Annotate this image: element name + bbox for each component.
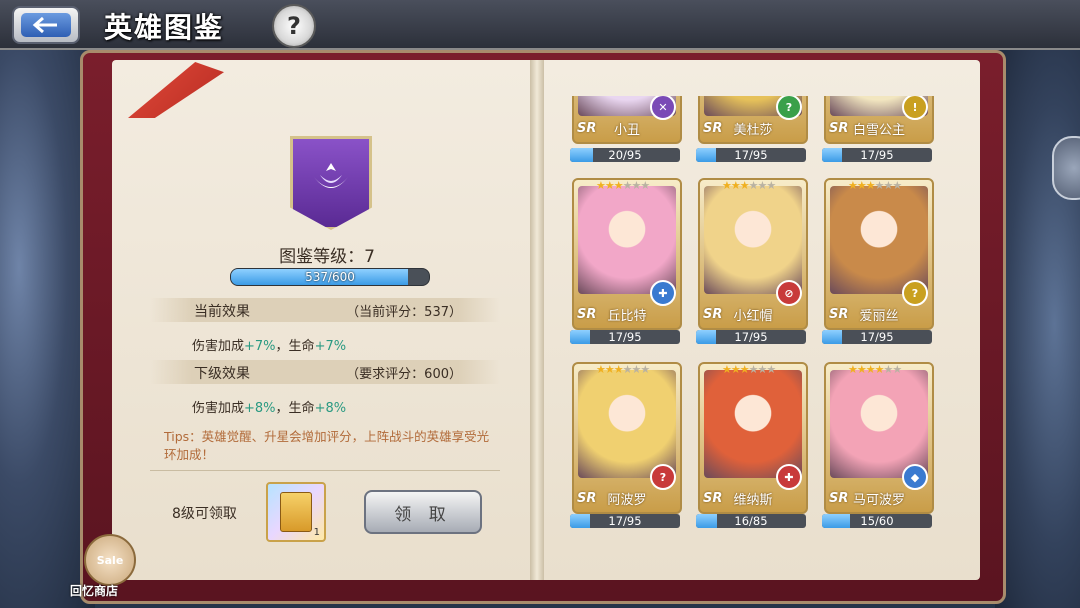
hero-portrait bbox=[704, 186, 802, 294]
hero-portrait bbox=[578, 186, 676, 294]
current-effect-title: 当前效果 bbox=[194, 304, 250, 320]
hero-stars: ★★★★★★ bbox=[596, 179, 650, 192]
next-hp-value: +8% bbox=[314, 401, 347, 416]
hero-progress-bar: 17/95 bbox=[696, 148, 806, 162]
role-question-icon: ? bbox=[776, 96, 802, 120]
next-damage-label: 伤害加成 bbox=[192, 401, 245, 416]
hero-progress-bar: 15/60 bbox=[822, 514, 932, 528]
hero-name: 丘比特 bbox=[607, 309, 647, 324]
next-effect-header: 下级效果 （要求评分：600） bbox=[150, 360, 500, 384]
hero-progress-bar: 17/95 bbox=[570, 330, 680, 344]
hero-stars: ★★★★★★ bbox=[596, 363, 650, 376]
role-question-icon: ? bbox=[902, 280, 928, 306]
hero-portrait bbox=[830, 370, 928, 478]
hero-name: 白雪公主 bbox=[852, 123, 905, 138]
hero-name: 维纳斯 bbox=[733, 493, 773, 508]
current-damage-value: +7% bbox=[244, 339, 276, 354]
hero-progress-bar: 17/95 bbox=[570, 514, 680, 528]
memory-shop-label: 回忆商店 bbox=[70, 584, 119, 598]
hero-progress-text: 17/95 bbox=[608, 514, 642, 528]
help-icon: ? bbox=[287, 12, 301, 40]
back-arrow-icon bbox=[21, 13, 71, 37]
hero-progress-bar: 20/95 bbox=[570, 148, 680, 162]
next-effect-text: 伤害加成+8%，生命+8% bbox=[192, 397, 346, 416]
role-slash-icon: ⊘ bbox=[776, 280, 802, 306]
hero-name: 美杜莎 bbox=[733, 123, 773, 138]
hero-name: 小红帽 bbox=[733, 309, 773, 324]
tips-text: Tips：英雄觉醒、升星会增加评分，上阵战斗的英雄享受光环加成！ bbox=[164, 429, 490, 462]
reward-card-icon bbox=[280, 492, 312, 532]
hero-progress-bar: 17/95 bbox=[696, 330, 806, 344]
hero-stars: ★★★★★★ bbox=[848, 179, 902, 192]
hero-progress-text: 17/95 bbox=[734, 148, 768, 162]
reward-count: 1 bbox=[313, 527, 320, 538]
codex-exp-text: 537/600 bbox=[305, 270, 355, 284]
reward-item[interactable]: 1 bbox=[266, 482, 326, 542]
current-hp-value: +7% bbox=[314, 339, 347, 354]
role-exclaim-icon: ! bbox=[902, 96, 928, 120]
hero-card[interactable]: ★★★★★★ SR ✚ 维纳斯 bbox=[698, 362, 808, 514]
hero-progress-text: 17/95 bbox=[608, 330, 642, 344]
hero-progress-bar: 17/95 bbox=[822, 330, 932, 344]
role-shield-icon: ◆ bbox=[902, 464, 928, 490]
hero-progress-bar: 16/85 bbox=[696, 514, 806, 528]
hero-name: 马可波罗 bbox=[852, 493, 905, 508]
hero-stars: ★★★★★★ bbox=[848, 363, 902, 376]
hero-name: 小丑 bbox=[613, 123, 640, 138]
role-cross-icon: ✚ bbox=[650, 280, 676, 306]
hero-card[interactable]: ★★★★★★ SR ✚ 丘比特 bbox=[572, 178, 682, 330]
role-sword-icon: ✕ bbox=[650, 96, 676, 120]
current-damage-label: 伤害加成 bbox=[192, 339, 245, 354]
sale-icon: Sale bbox=[96, 553, 124, 567]
back-button[interactable] bbox=[12, 6, 80, 44]
memory-shop-button[interactable]: Sale bbox=[84, 534, 136, 586]
hero-portrait bbox=[830, 186, 928, 294]
hero-name: 爱丽丝 bbox=[859, 309, 899, 324]
hero-progress-text: 20/95 bbox=[608, 148, 642, 162]
book-spine bbox=[530, 60, 544, 580]
hero-name: 阿波罗 bbox=[607, 493, 647, 508]
hero-progress-text: 17/95 bbox=[734, 330, 768, 344]
codex-level: 图鉴等级：7 bbox=[279, 247, 375, 267]
hero-progress-bar: 17/95 bbox=[822, 148, 932, 162]
hero-portrait bbox=[578, 370, 676, 478]
current-effect-score: （当前评分：537） bbox=[346, 305, 462, 320]
next-effect-score: （要求评分：600） bbox=[346, 367, 462, 382]
next-damage-value: +8% bbox=[244, 401, 276, 416]
hero-stars: ★★★★★★ bbox=[722, 179, 776, 192]
next-effect-title: 下级效果 bbox=[194, 366, 250, 382]
codex-exp-bar: 537/600 bbox=[230, 268, 430, 286]
top-bar: 英雄图鉴 ? bbox=[0, 0, 1080, 50]
hero-card[interactable]: ★★★★★★ SR? 爱丽丝 bbox=[824, 178, 934, 330]
hero-card[interactable]: ★★★★★★ SR ⊘ 小红帽 bbox=[698, 178, 808, 330]
side-expand-button[interactable] bbox=[1052, 136, 1080, 200]
hero-progress-text: 15/60 bbox=[860, 514, 894, 528]
hero-card[interactable]: ★★★★★★ SR ◆ 马可波罗 bbox=[824, 362, 934, 514]
hero-progress-text: 17/95 bbox=[860, 148, 894, 162]
hero-stars: ★★★★★★ bbox=[722, 363, 776, 376]
hero-card[interactable]: ★★★★★★ SR? 阿波罗 bbox=[572, 362, 682, 514]
current-effect-header: 当前效果 （当前评分：537） bbox=[150, 298, 500, 322]
hero-progress-text: 17/95 bbox=[860, 330, 894, 344]
reward-label: 8级可领取 bbox=[172, 506, 237, 522]
next-hp-label: ，生命 bbox=[275, 401, 315, 416]
help-button[interactable]: ? bbox=[272, 4, 316, 48]
role-question-icon: ? bbox=[650, 464, 676, 490]
current-hp-label: ，生命 bbox=[275, 339, 315, 354]
page-title: 英雄图鉴 bbox=[104, 11, 225, 44]
hero-portrait bbox=[704, 370, 802, 478]
claim-button[interactable]: 领 取 bbox=[364, 490, 482, 534]
hero-progress-text: 16/85 bbox=[734, 514, 768, 528]
role-cross-icon: ✚ bbox=[776, 464, 802, 490]
divider bbox=[150, 470, 500, 471]
current-effect-text: 伤害加成+7%，生命+7% bbox=[192, 335, 346, 354]
background-right bbox=[995, 40, 1080, 608]
